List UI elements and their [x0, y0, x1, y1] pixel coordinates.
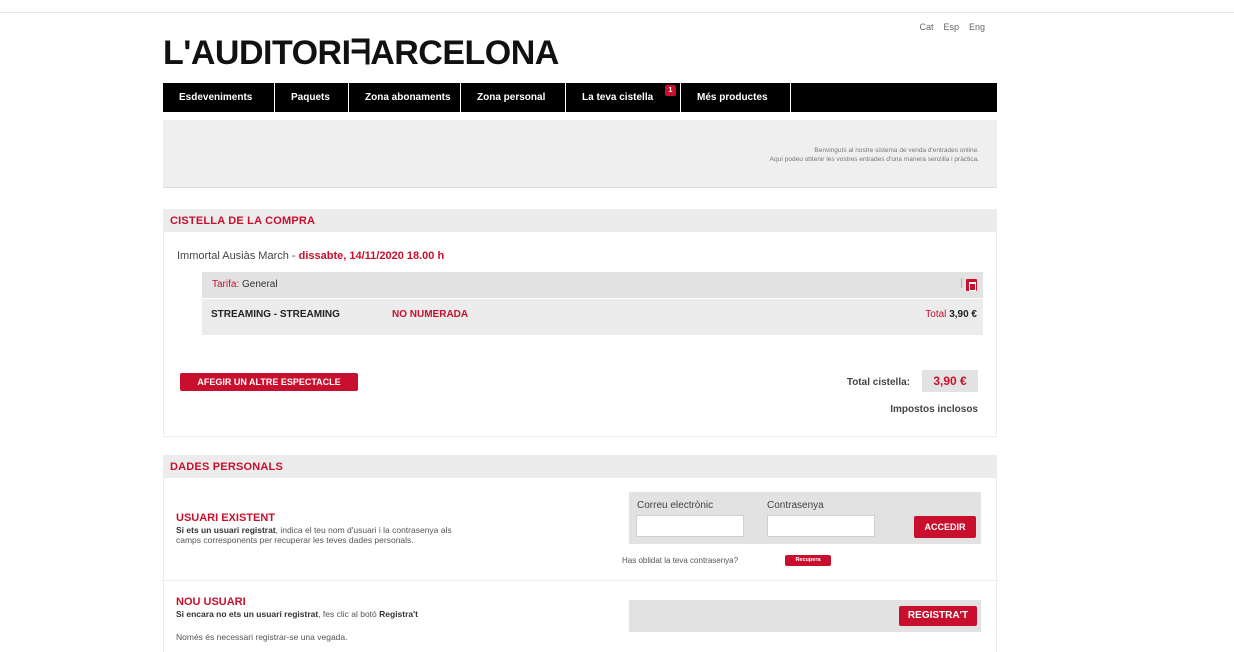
existing-user-text: Si ets un usuari registrat, indica el te…: [176, 525, 452, 545]
nav-item-personal[interactable]: Zona personal: [461, 83, 566, 112]
language-selector: Cat Esp Eng: [919, 22, 985, 32]
new-user-text-bold2: Registra't: [379, 609, 419, 619]
forgot-password-text: Has oblidat la teva contrasenya?: [622, 556, 739, 565]
cart-total-value: 3,90 €: [922, 370, 978, 392]
nav-item-packages[interactable]: Paquets: [275, 83, 349, 112]
existing-user-text-bold: Si ets un usuari registrat: [176, 525, 276, 535]
separator: |: [960, 278, 963, 289]
tariff-label-prefix: Tarifa:: [212, 279, 243, 290]
top-border: [0, 12, 1234, 13]
main-nav: Esdeveniments Paquets Zona abonaments Zo…: [163, 83, 997, 112]
password-field[interactable]: [767, 515, 875, 537]
lang-cat-link[interactable]: Cat: [919, 22, 933, 32]
tariff-row: Tarifa: General |: [202, 272, 983, 298]
tariff-label: Tarifa: General: [212, 279, 278, 290]
cart-count-badge: 1: [665, 85, 676, 96]
ticket-total: Total 3,90 €: [925, 309, 977, 320]
welcome-line-1: Benvinguts al nostre sistema de venda d'…: [814, 147, 979, 154]
ticket-name: STREAMING - STREAMING: [211, 309, 340, 320]
nav-item-more-products[interactable]: Més productes: [681, 83, 791, 112]
lang-esp-link[interactable]: Esp: [943, 22, 959, 32]
new-user-text-rest: , fes clic al botó: [318, 609, 380, 619]
cart-total-label: Total cistella:: [846, 377, 910, 388]
email-label: Correu electrònic: [637, 500, 714, 511]
welcome-line-2: Aquí podeu obtenir les vostres entrades …: [769, 156, 979, 163]
ticket-total-value: 3,90 €: [949, 309, 977, 320]
ticket-total-label: Total: [925, 309, 950, 320]
event-line: Immortal Ausiàs March - dissabte, 14/11/…: [177, 250, 444, 262]
event-date: dissabte, 14/11/2020 18.00 h: [298, 250, 445, 262]
add-another-show-button[interactable]: AFEGIR UN ALTRE ESPECTACLE: [180, 373, 358, 391]
new-user-text-bold: Si encara no ets un usuari registrat: [176, 609, 319, 619]
register-box: REGISTRA'T: [629, 600, 981, 632]
nav-item-cart[interactable]: La teva cistella 1: [566, 83, 681, 112]
tariff-value: General: [242, 279, 278, 290]
new-user-title: NOU USUARI: [176, 596, 246, 608]
nav-item-events[interactable]: Esdeveniments: [163, 83, 275, 112]
password-label: Contrasenya: [767, 500, 824, 511]
taxes-included-note: Impostos inclosos: [890, 404, 978, 415]
nav-item-subscriptions[interactable]: Zona abonaments: [349, 83, 461, 112]
ticket-row: STREAMING - STREAMING NO NUMERADA Total …: [202, 299, 983, 335]
event-name: Immortal Ausiàs March -: [177, 250, 299, 262]
new-user-text: Si encara no ets un usuari registrat, fe…: [176, 609, 418, 619]
existing-user-text-line2: camps corresponents per recuperar les te…: [176, 535, 414, 545]
personal-data-title: DADES PERSONALS: [164, 456, 996, 478]
register-button[interactable]: REGISTRA'T: [899, 606, 977, 626]
cart-title: CISTELLA DE LA COMPRA: [164, 210, 996, 232]
login-form: Correu electrònic Contrasenya ACCEDIR: [629, 492, 981, 544]
new-user-note: Només és necessari registrar-se una vega…: [176, 632, 348, 642]
recover-password-button[interactable]: Recupera: [785, 555, 831, 566]
ticket-seating-type: NO NUMERADA: [392, 309, 469, 320]
existing-user-title: USUARI EXISTENT: [176, 512, 276, 524]
welcome-banner: Benvinguts al nostre sistema de venda d'…: [163, 120, 997, 188]
cart-panel: CISTELLA DE LA COMPRA Immortal Ausiàs Ma…: [163, 209, 997, 437]
site-logo[interactable]: L'AUDITORIᖷARCELONA: [163, 34, 559, 73]
lang-eng-link[interactable]: Eng: [969, 22, 985, 32]
existing-user-text-rest: , indica el teu nom d'usuari i la contra…: [275, 525, 452, 535]
nav-item-cart-label: La teva cistella: [582, 92, 654, 103]
welcome-text: Benvinguts al nostre sistema de venda d'…: [770, 146, 979, 164]
trash-icon[interactable]: [966, 279, 977, 291]
section-divider: [164, 580, 998, 581]
email-field[interactable]: [636, 515, 744, 537]
login-button[interactable]: ACCEDIR: [914, 516, 976, 538]
personal-data-panel: DADES PERSONALS USUARI EXISTENT Si ets u…: [163, 455, 998, 652]
